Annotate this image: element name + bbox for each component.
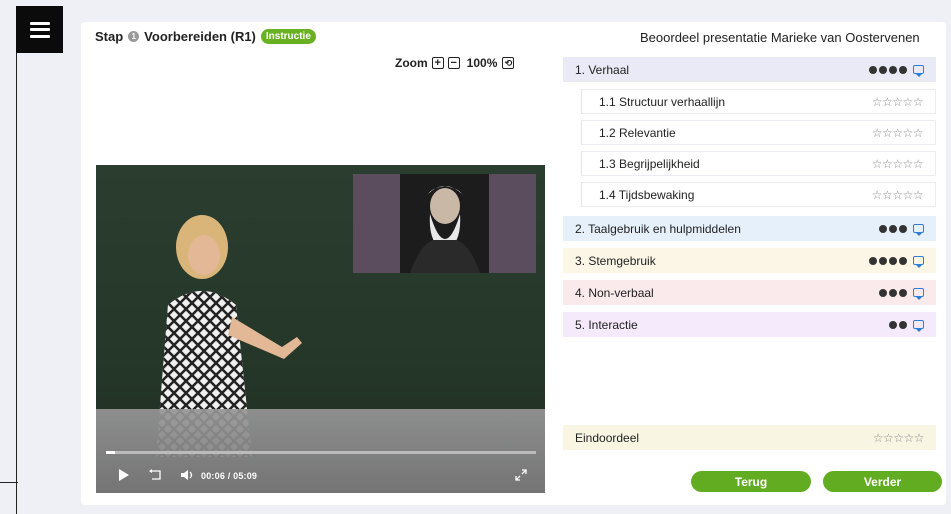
rubric-subitem-label: 1.2 Relevantie — [599, 125, 676, 140]
rubric-category-label: 5. Interactie — [575, 317, 638, 332]
final-judgement-row[interactable]: Eindoordeel ☆☆☆☆☆ — [563, 425, 936, 450]
rubric-category-label: 4. Non-verbaal — [575, 285, 654, 300]
zoom-label: Zoom — [395, 56, 428, 70]
fullscreen-icon[interactable] — [515, 469, 527, 483]
final-stars-rating[interactable]: ☆☆☆☆☆ — [873, 431, 925, 445]
zoom-in-button[interactable]: + — [431, 57, 444, 69]
stars-rating[interactable]: ☆☆☆☆☆ — [872, 157, 924, 171]
rubric-category-row[interactable]: 2. Taalgebruik en hulpmiddelen — [563, 216, 936, 241]
step-header: Stap 1 Voorbereiden (R1) Instructie — [95, 29, 316, 44]
step-number-badge: 1 — [128, 31, 140, 42]
zoom-reset-button[interactable]: ⟲ — [502, 57, 515, 69]
rubric-category-row[interactable]: 4. Non-verbaal — [563, 280, 936, 305]
bottom-divider — [0, 482, 18, 483]
score-dot-icon — [899, 65, 907, 74]
stars-rating[interactable]: ☆☆☆☆☆ — [872, 126, 924, 140]
rubric-subitem-row[interactable]: 1.3 Begrijpelijkheid ☆☆☆☆☆ — [581, 151, 936, 176]
rubric-category-label: 2. Taalgebruik en hulpmiddelen — [575, 221, 741, 236]
rewind-10-icon[interactable] — [149, 469, 163, 483]
video-controls: 00:06 / 05:09 — [96, 409, 545, 493]
comment-icon[interactable] — [913, 320, 924, 332]
score-dot-icon — [899, 224, 907, 233]
rubric-category-row[interactable]: 1. Verhaal — [563, 57, 936, 82]
rubric-category-label: 1. Verhaal — [575, 62, 630, 77]
rubric-subitem-label: 1.4 Tijdsbewaking — [599, 187, 695, 202]
score-dot-icon — [889, 288, 897, 297]
portrait-photo — [400, 174, 489, 273]
seek-bar[interactable] — [106, 451, 536, 454]
rubric-subitem-row[interactable]: 1.4 Tijdsbewaking ☆☆☆☆☆ — [581, 182, 936, 207]
score-dot-icon — [899, 256, 907, 265]
volume-icon[interactable] — [181, 469, 195, 483]
instructie-badge[interactable]: Instructie — [260, 29, 316, 44]
rubric-subitem-row[interactable]: 1.1 Structuur verhaallijn ☆☆☆☆☆ — [581, 89, 936, 114]
main-card: Stap 1 Voorbereiden (R1) Instructie Zoom… — [81, 22, 946, 505]
score-dot-icon — [889, 256, 897, 265]
score-dot-icon — [869, 65, 877, 74]
score-dot-icon — [879, 256, 887, 265]
score-dot-icon — [879, 224, 887, 233]
menu-button[interactable] — [16, 6, 63, 53]
score-dot-icon — [889, 320, 897, 329]
comment-icon[interactable] — [913, 65, 924, 77]
slide-image — [353, 174, 536, 273]
score-dot-icon — [879, 65, 887, 74]
step-label: Stap — [95, 29, 124, 44]
zoom-out-button[interactable]: − — [447, 57, 460, 69]
score-dots — [879, 288, 924, 300]
rubric-subitem-label: 1.3 Begrijpelijkheid — [599, 156, 700, 171]
back-button[interactable]: Terug — [691, 471, 811, 492]
score-dot-icon — [889, 224, 897, 233]
rubric-category-label: 3. Stemgebruik — [575, 253, 656, 268]
score-dots — [869, 256, 924, 268]
rubric-category-row[interactable]: 3. Stemgebruik — [563, 248, 936, 273]
seek-progress — [106, 451, 115, 454]
score-dots — [869, 65, 924, 77]
stars-rating[interactable]: ☆☆☆☆☆ — [872, 188, 924, 202]
rubric-title: Beoordeel presentatie Marieke van Ooster… — [640, 30, 920, 45]
left-divider — [16, 53, 17, 514]
comment-icon[interactable] — [913, 256, 924, 268]
video-time: 00:06 / 05:09 — [201, 471, 258, 481]
control-row: 00:06 / 05:09 — [96, 466, 545, 486]
comment-icon[interactable] — [913, 224, 924, 236]
hamburger-icon — [29, 21, 50, 38]
rubric-category-row[interactable]: 5. Interactie — [563, 312, 936, 337]
score-dot-icon — [889, 65, 897, 74]
zoom-controls: Zoom + − 100% ⟲ — [395, 56, 515, 70]
rubric-subitem-row[interactable]: 1.2 Relevantie ☆☆☆☆☆ — [581, 120, 936, 145]
next-button[interactable]: Verder — [823, 471, 942, 492]
score-dot-icon — [869, 256, 877, 265]
video-player[interactable]: 00:06 / 05:09 — [96, 165, 545, 493]
score-dots — [879, 224, 924, 236]
step-title: Voorbereiden (R1) — [144, 29, 256, 44]
score-dot-icon — [899, 288, 907, 297]
rubric-subitem-label: 1.1 Structuur verhaallijn — [599, 94, 726, 109]
score-dot-icon — [879, 288, 887, 297]
comment-icon[interactable] — [913, 288, 924, 300]
zoom-percent: 100% — [466, 56, 498, 70]
score-dot-icon — [899, 320, 907, 329]
play-icon[interactable] — [118, 469, 129, 483]
stars-rating[interactable]: ☆☆☆☆☆ — [872, 95, 924, 109]
score-dots — [889, 320, 924, 332]
final-judgement-label: Eindoordeel — [575, 430, 640, 445]
